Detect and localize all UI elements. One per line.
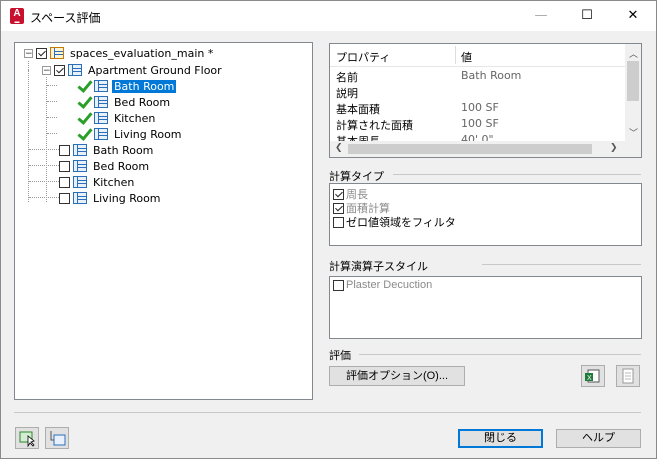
collapse-floor-toggle[interactable]: −	[42, 65, 51, 75]
space-checkbox[interactable]	[59, 160, 70, 172]
help-button[interactable]: ヘルプ	[556, 429, 641, 448]
close-window-button[interactable]: ✕	[610, 1, 656, 31]
root-checkbox[interactable]	[36, 47, 47, 59]
horizontal-scroll-thumb[interactable]	[348, 144, 592, 154]
space-icon	[73, 176, 87, 188]
space-icon	[94, 112, 108, 124]
scroll-down-arrow-icon[interactable]: ﹀	[629, 126, 638, 139]
property-row[interactable]: 説明	[330, 84, 626, 100]
calc-option-filter-zero[interactable]: ゼロ値領域をフィルタ	[333, 214, 456, 230]
space-icon	[94, 96, 108, 108]
property-value: 100 SF	[461, 101, 499, 114]
excel-icon: X	[585, 369, 600, 383]
properties-header: プロパティ 値	[330, 44, 626, 67]
perimeter-checkbox[interactable]	[333, 188, 344, 200]
property-row[interactable]: 基本面積 100 SF	[330, 100, 626, 116]
autocad-app-icon: A ▬	[10, 8, 24, 25]
space-icon	[73, 144, 87, 156]
title-bar: A ▬ スペース評価 — ☐ ✕	[1, 1, 656, 31]
window-title: スペース評価	[30, 11, 101, 25]
tree-item-label: Bath Room	[93, 143, 154, 157]
tree-item-bed-room[interactable]: Bed Room	[59, 158, 151, 174]
add-space-button[interactable]	[45, 427, 69, 449]
tree-root-label: spaces_evaluation_main *	[70, 46, 214, 60]
select-spaces-button[interactable]	[15, 427, 39, 449]
tree-item-label: Kitchen	[93, 175, 135, 189]
tree-item-checked-bed-room[interactable]: Bed Room	[76, 94, 172, 110]
space-checkbox[interactable]	[59, 144, 70, 156]
floor-checkbox[interactable]	[54, 64, 65, 76]
tree-root-node[interactable]: − spaces_evaluation_main *	[24, 45, 215, 61]
properties-grid[interactable]: プロパティ 値 名前 Bath Room 説明 基本面積 100 SF 計算され…	[329, 43, 642, 158]
operator-style-item[interactable]: Plaster Decuction	[333, 279, 432, 291]
scroll-right-arrow-icon[interactable]: ❯	[610, 143, 618, 153]
tree-item-bath-room[interactable]: Bath Room	[59, 142, 155, 158]
property-column-header: プロパティ	[336, 51, 391, 64]
tree-item-label: Bed Room	[114, 95, 171, 109]
tree-item-label: Living Room	[93, 191, 161, 205]
space-icon	[94, 128, 108, 140]
property-key: 名前	[336, 71, 358, 84]
tree-item-kitchen[interactable]: Kitchen	[59, 174, 136, 190]
add-space-icon	[50, 431, 66, 446]
option-label: Plaster Decuction	[346, 279, 433, 291]
tree-floor-node[interactable]: − Apartment Ground Floor	[42, 62, 224, 78]
property-key: 計算された面積	[336, 119, 413, 132]
maximize-button[interactable]: ☐	[564, 1, 610, 31]
space-checkbox[interactable]	[59, 176, 70, 188]
properties-vertical-scrollbar[interactable]: ︿ ﹀	[625, 44, 641, 141]
operator-style-checkbox[interactable]	[333, 279, 344, 291]
evaluation-title: 評価	[329, 350, 351, 362]
filter-zero-checkbox[interactable]	[333, 216, 344, 228]
calc-type-title: 計算タイプ	[329, 171, 384, 183]
space-tree-view[interactable]: − spaces_evaluation_main * − Apartment G…	[14, 42, 313, 400]
scroll-left-arrow-icon[interactable]: ❮	[335, 143, 343, 153]
dialog-window: A ▬ スペース評価 — ☐ ✕ − spaces_evaluation_main…	[0, 0, 657, 459]
operator-style-title: 計算演算子スタイル	[329, 261, 428, 273]
property-value: 100 SF	[461, 117, 499, 130]
tree-item-checked-living-room[interactable]: Living Room	[76, 126, 184, 142]
included-check-icon	[76, 95, 92, 109]
evaluation-root-icon	[50, 47, 64, 59]
property-value: Bath Room	[461, 69, 522, 82]
export-document-button[interactable]	[616, 365, 640, 387]
area-checkbox[interactable]	[333, 202, 344, 214]
space-icon	[94, 80, 108, 92]
space-checkbox[interactable]	[59, 192, 70, 204]
tree-item-checked-bath-room[interactable]: Bath Room	[76, 78, 177, 94]
space-icon	[73, 160, 87, 172]
property-key: 基本面積	[336, 103, 380, 116]
included-check-icon	[76, 111, 92, 125]
included-check-icon	[76, 127, 92, 141]
property-row[interactable]: 計算された面積 100 SF	[330, 116, 626, 132]
tree-floor-label: Apartment Ground Floor	[88, 63, 222, 77]
select-space-icon	[19, 431, 35, 448]
floor-icon	[68, 64, 82, 76]
scroll-up-arrow-icon[interactable]: ︿	[629, 47, 638, 60]
included-check-icon	[76, 79, 92, 93]
calc-type-list: 周長 面積計算 ゼロ値領域をフィルタ	[329, 183, 642, 246]
document-icon	[622, 368, 634, 384]
operator-style-list: Plaster Decuction	[329, 276, 642, 339]
vertical-scroll-thumb[interactable]	[627, 61, 639, 101]
close-button[interactable]: 閉じる	[458, 429, 543, 448]
properties-horizontal-scrollbar[interactable]: ❮ ❯	[330, 141, 641, 157]
tree-item-label: Bed Room	[93, 159, 150, 173]
value-column-header: 値	[461, 51, 472, 64]
evaluation-options-button[interactable]: 評価オプション(O)...	[329, 366, 465, 386]
minimize-button[interactable]: —	[518, 1, 564, 31]
tree-item-label: Kitchen	[114, 111, 156, 125]
collapse-root-toggle[interactable]: −	[24, 48, 33, 58]
option-label: ゼロ値領域をフィルタ	[346, 217, 456, 229]
space-icon	[73, 192, 87, 204]
tree-item-living-room[interactable]: Living Room	[59, 190, 163, 206]
tree-item-label: Living Room	[114, 127, 182, 141]
property-row[interactable]: 名前 Bath Room	[330, 68, 626, 84]
tree-item-checked-kitchen[interactable]: Kitchen	[76, 110, 157, 126]
property-key: 説明	[336, 87, 358, 100]
svg-text:X: X	[587, 375, 592, 382]
tree-item-label: Bath Room	[112, 79, 177, 93]
export-excel-button[interactable]: X	[581, 365, 605, 387]
